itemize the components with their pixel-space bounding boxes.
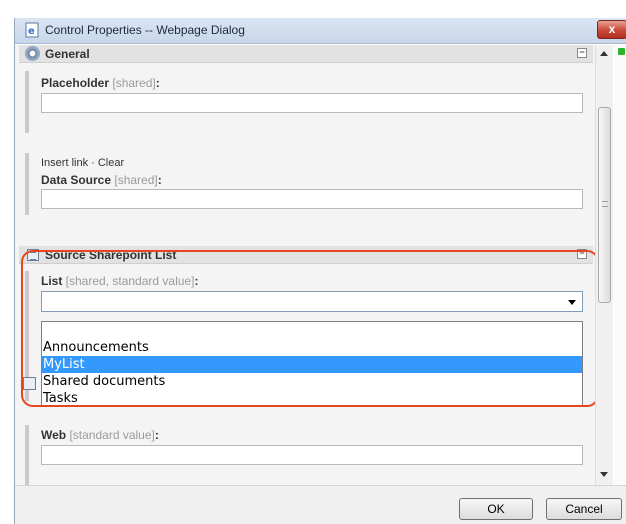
link-actions: Insert link · Clear bbox=[41, 157, 125, 169]
web-label: Web [standard value]: bbox=[41, 428, 159, 442]
section-general-title: General bbox=[45, 47, 90, 61]
title-bar: e Control Properties -- Webpage Dialog x bbox=[15, 18, 626, 44]
section-general-header[interactable]: General − bbox=[19, 45, 593, 63]
list-icon bbox=[23, 377, 36, 390]
scroll-down-icon[interactable] bbox=[600, 472, 608, 477]
insert-link[interactable]: Insert link bbox=[41, 157, 88, 169]
dropdown-option-tasks[interactable]: Tasks bbox=[42, 390, 582, 407]
scrollbar-thumb[interactable] bbox=[598, 107, 611, 303]
status-indicator-icon bbox=[618, 48, 625, 55]
list-icon bbox=[27, 249, 39, 261]
dialog-footer: OK Cancel bbox=[15, 485, 626, 524]
clear-link[interactable]: Clear bbox=[98, 157, 124, 169]
vertical-scrollbar[interactable] bbox=[595, 45, 613, 485]
section-source-header[interactable]: Source Sharepoint List − bbox=[19, 246, 593, 264]
dropdown-option-blank[interactable] bbox=[42, 322, 582, 339]
list-dropdown: Announcements MyList Shared documents Ta… bbox=[41, 321, 583, 407]
scroll-up-icon[interactable] bbox=[600, 51, 608, 56]
screenshot-page: e Control Properties -- Webpage Dialog x… bbox=[0, 0, 626, 524]
list-label: List [shared, standard value]: bbox=[41, 274, 199, 288]
list-select[interactable] bbox=[41, 291, 583, 312]
datasource-label: Data Source [shared]: bbox=[41, 173, 162, 187]
properties-panel: General − Placeholder [shared]: Insert l… bbox=[15, 45, 595, 485]
svg-text:e: e bbox=[28, 26, 35, 37]
chevron-down-icon[interactable] bbox=[568, 300, 576, 305]
field-bar bbox=[25, 71, 29, 133]
dropdown-option-mylist[interactable]: MyList bbox=[42, 356, 582, 373]
section-source-title: Source Sharepoint List bbox=[45, 248, 177, 262]
web-input[interactable] bbox=[41, 445, 583, 465]
dialog-window: e Control Properties -- Webpage Dialog x… bbox=[14, 18, 626, 524]
cancel-button[interactable]: Cancel bbox=[546, 498, 622, 520]
placeholder-label: Placeholder [shared]: bbox=[41, 76, 160, 90]
ie-page-icon: e bbox=[25, 22, 39, 38]
collapse-source-button[interactable]: − bbox=[577, 249, 587, 259]
outer-scroll-track bbox=[614, 45, 626, 485]
field-bar bbox=[25, 425, 29, 485]
dropdown-option-announcements[interactable]: Announcements bbox=[42, 339, 582, 356]
datasource-input[interactable] bbox=[41, 189, 583, 209]
grip-icon bbox=[602, 201, 608, 207]
field-bar bbox=[25, 153, 29, 215]
close-button[interactable]: x bbox=[597, 20, 626, 39]
placeholder-input[interactable] bbox=[41, 93, 583, 113]
close-icon: x bbox=[608, 22, 616, 36]
ok-button[interactable]: OK bbox=[459, 498, 533, 520]
collapse-general-button[interactable]: − bbox=[577, 48, 587, 58]
dropdown-option-shared-documents[interactable]: Shared documents bbox=[42, 373, 582, 390]
window-title: Control Properties -- Webpage Dialog bbox=[45, 23, 245, 37]
gear-icon bbox=[25, 46, 40, 61]
